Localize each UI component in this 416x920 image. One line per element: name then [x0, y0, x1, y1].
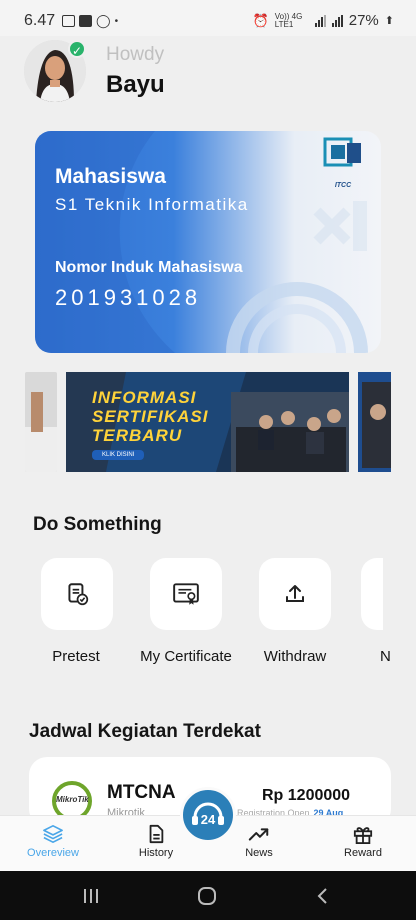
trending-up-icon: [248, 828, 269, 841]
gallery-icon: [62, 15, 75, 27]
document-icon: [149, 824, 164, 844]
battery-level: 27%: [348, 12, 379, 29]
status-right: ⏰ Vo)) 4G LTE1 27% ⬆: [253, 12, 394, 29]
status-bar: 6.47 ◯ • ⏰ Vo)) 4G LTE1 27% ⬆: [0, 0, 416, 36]
dot-icon: •: [114, 15, 119, 27]
clipboard-check-icon: [68, 583, 89, 606]
nav-reward[interactable]: Reward: [323, 824, 403, 859]
status-time: 6.47: [24, 12, 56, 29]
itcc-logo: ITCC: [321, 137, 365, 189]
banner-line-1: INFORMASI: [92, 388, 197, 407]
more-action-label: N: [380, 648, 390, 665]
withdraw-button[interactable]: [259, 558, 331, 630]
nav-reward-label: Reward: [344, 847, 382, 859]
card-role: Mahasiswa: [55, 165, 166, 188]
banner-next-image: [358, 372, 391, 472]
network-label: Vo)) 4G LTE1: [274, 11, 303, 29]
whatsapp-icon: ◯: [96, 13, 111, 28]
my-certificate-label: My Certificate: [140, 648, 232, 665]
recent-apps-icon[interactable]: [82, 887, 100, 905]
nav-overview[interactable]: Overeview: [13, 824, 93, 859]
signal-icon: [314, 14, 326, 27]
banner-line-3: TERBARU: [92, 426, 183, 445]
schedule-title: Jadwal Kegiatan Terdekat: [29, 721, 261, 742]
card-program: S1 Teknik Informatika: [55, 195, 249, 214]
schedule-item-name: MTCNA: [107, 782, 176, 803]
nav-news-label: News: [245, 847, 273, 859]
do-something-title: Do Something: [33, 514, 162, 535]
system-nav-bar: [0, 871, 416, 920]
my-certificate-button[interactable]: [150, 558, 222, 630]
upload-icon: [286, 585, 304, 602]
verified-check-icon: ✓: [68, 40, 86, 58]
nav-overview-label: Overeview: [27, 847, 79, 859]
notification-icons: ◯ •: [62, 13, 118, 29]
nav-history-label: History: [138, 847, 174, 859]
battery-charging-icon: ⬆: [384, 15, 394, 27]
schedule-item-price: Rp 1200000: [262, 787, 351, 804]
pretest-label: Pretest: [52, 648, 100, 665]
support-24-label: 24: [200, 811, 216, 827]
support-24-button[interactable]: 24: [180, 787, 236, 843]
banner-next[interactable]: [358, 372, 391, 472]
signal-icon-2: [331, 14, 343, 27]
pretest-button[interactable]: [41, 558, 113, 630]
itcc-logo-text: ITCC: [334, 182, 352, 189]
card-nim: 201931028: [55, 285, 202, 310]
gift-icon: [353, 827, 373, 844]
user-name: Bayu: [106, 71, 165, 98]
banner-previous[interactable]: [25, 372, 57, 472]
back-icon[interactable]: [316, 887, 330, 905]
banner-previous-image: [25, 372, 57, 472]
home-icon[interactable]: [197, 886, 217, 906]
certificate-icon: [173, 583, 199, 605]
student-id-card[interactable]: ITCC Mahasiswa S1 Teknik Informatika Nom…: [35, 131, 381, 353]
banner-sertifikasi[interactable]: INFORMASI SERTIFIKASI TERBARU KLIK DISIN…: [66, 372, 349, 472]
more-action-button[interactable]: [361, 558, 383, 630]
banner-button[interactable]: KLIK DISINI: [92, 450, 145, 460]
layers-icon: [43, 825, 63, 843]
card-nim-label: Nomor Induk Mahasiswa: [55, 259, 243, 276]
alarm-icon: ⏰: [252, 12, 269, 28]
z-app-icon: [79, 15, 92, 27]
withdraw-label: Withdraw: [263, 648, 327, 665]
greeting: Howdy: [106, 44, 165, 65]
banner-line-2: SERTIFIKASI: [92, 407, 209, 426]
